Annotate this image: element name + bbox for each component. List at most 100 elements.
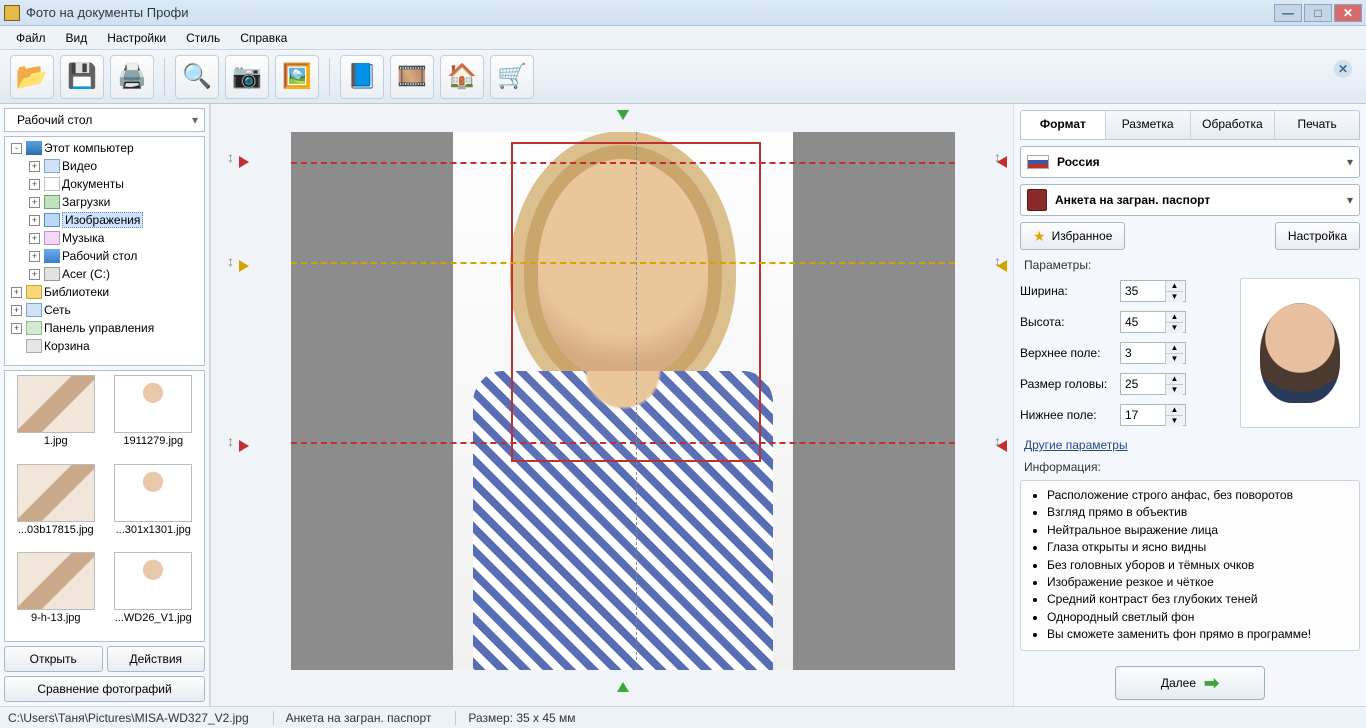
tree-node[interactable]: + Библиотеки bbox=[5, 283, 204, 301]
tree-node[interactable]: + Сеть bbox=[5, 301, 204, 319]
expand-icon[interactable]: + bbox=[29, 251, 40, 262]
param-top-input[interactable]: ▲▼ bbox=[1120, 342, 1186, 364]
guide-marker-red-right[interactable] bbox=[997, 440, 1007, 452]
favorite-button[interactable]: ★Избранное bbox=[1020, 222, 1125, 250]
expand-icon[interactable]: + bbox=[29, 269, 40, 280]
spin-up-icon[interactable]: ▲ bbox=[1166, 405, 1183, 416]
spin-down-icon[interactable]: ▼ bbox=[1166, 354, 1183, 364]
tree-node[interactable]: - Этот компьютер bbox=[5, 139, 204, 157]
tool-home[interactable]: 🏠 bbox=[440, 55, 484, 99]
param-bottom-input[interactable]: ▲▼ bbox=[1120, 404, 1186, 426]
tool-reference[interactable]: 📘 bbox=[340, 55, 384, 99]
ruler-marker-bottom[interactable] bbox=[617, 682, 629, 692]
spin-down-icon[interactable]: ▼ bbox=[1166, 292, 1183, 302]
param-height-input[interactable]: ▲▼ bbox=[1120, 311, 1186, 333]
expand-icon[interactable]: + bbox=[29, 197, 40, 208]
thumbnail[interactable]: 1911279.jpg bbox=[107, 375, 201, 460]
compare-button[interactable]: Сравнение фотографий bbox=[4, 676, 205, 702]
folder-tree[interactable]: - Этот компьютер+ Видео+ Документы+ Загр… bbox=[4, 136, 205, 366]
tree-node[interactable]: + Музыка bbox=[5, 229, 204, 247]
tab-format[interactable]: Формат bbox=[1021, 111, 1105, 139]
menu-settings[interactable]: Настройки bbox=[99, 28, 174, 48]
tool-open[interactable]: 📂 bbox=[10, 55, 54, 99]
window-title: Фото на документы Профи bbox=[26, 5, 1272, 20]
other-params-link[interactable]: Другие параметры bbox=[1024, 438, 1360, 452]
thumbnail[interactable]: ...301x1301.jpg bbox=[107, 464, 201, 549]
thumbnail-caption: 9-h-13.jpg bbox=[31, 612, 81, 624]
tree-node[interactable]: + Изображения bbox=[5, 211, 204, 229]
config-button[interactable]: Настройка bbox=[1275, 222, 1360, 250]
tree-node[interactable]: + Загрузки bbox=[5, 193, 204, 211]
spin-up-icon[interactable]: ▲ bbox=[1166, 281, 1183, 292]
close-button[interactable]: ✕ bbox=[1334, 4, 1362, 22]
resize-handle[interactable]: ↕ bbox=[227, 434, 234, 448]
expand-icon[interactable]: - bbox=[11, 143, 22, 154]
spin-down-icon[interactable]: ▼ bbox=[1166, 385, 1183, 395]
menu-style[interactable]: Стиль bbox=[178, 28, 228, 48]
photo-canvas[interactable] bbox=[291, 132, 955, 670]
resize-handle[interactable]: ↕ bbox=[227, 254, 234, 268]
bin-icon bbox=[26, 339, 42, 353]
tool-media[interactable]: 🎞️ bbox=[390, 55, 434, 99]
open-button[interactable]: Открыть bbox=[4, 646, 103, 672]
minimize-button[interactable]: — bbox=[1274, 4, 1302, 22]
expand-icon[interactable]: + bbox=[29, 179, 40, 190]
tree-node[interactable]: + Видео bbox=[5, 157, 204, 175]
actions-button[interactable]: Действия bbox=[107, 646, 206, 672]
doctype-combo[interactable]: Анкета на загран. паспорт ▾ bbox=[1020, 184, 1360, 216]
thumbnail[interactable]: 1.jpg bbox=[9, 375, 103, 460]
expand-icon[interactable]: + bbox=[11, 287, 22, 298]
resize-handle[interactable]: ↕ bbox=[227, 150, 234, 164]
spin-up-icon[interactable]: ▲ bbox=[1166, 374, 1183, 385]
maximize-button[interactable]: □ bbox=[1304, 4, 1332, 22]
tool-cart[interactable]: 🛒 bbox=[490, 55, 534, 99]
tab-processing[interactable]: Обработка bbox=[1190, 111, 1275, 139]
param-width-input[interactable]: ▲▼ bbox=[1120, 280, 1186, 302]
menu-help[interactable]: Справка bbox=[232, 28, 295, 48]
tool-print[interactable]: 🖨️ bbox=[110, 55, 154, 99]
tool-camera[interactable]: 📷 bbox=[225, 55, 269, 99]
tool-search-person[interactable]: 🔍 bbox=[175, 55, 219, 99]
toolbar-close[interactable]: ✕ bbox=[1334, 60, 1352, 78]
spin-down-icon[interactable]: ▼ bbox=[1166, 323, 1183, 333]
tree-node[interactable]: + Рабочий стол bbox=[5, 247, 204, 265]
expand-icon[interactable]: + bbox=[11, 305, 22, 316]
next-button[interactable]: Далее ➡ bbox=[1115, 666, 1265, 700]
param-top-label: Верхнее поле: bbox=[1020, 346, 1120, 360]
thumbnail[interactable]: ...03b17815.jpg bbox=[9, 464, 103, 549]
guide-marker-red-left[interactable] bbox=[239, 156, 249, 168]
param-head-input[interactable]: ▲▼ bbox=[1120, 373, 1186, 395]
thumbnail[interactable]: ...WD26_V1.jpg bbox=[107, 552, 201, 637]
chevron-down-icon: ▾ bbox=[192, 113, 198, 127]
chin-guideline[interactable] bbox=[291, 442, 955, 444]
spin-down-icon[interactable]: ▼ bbox=[1166, 416, 1183, 426]
tab-markup[interactable]: Разметка bbox=[1105, 111, 1190, 139]
country-combo[interactable]: Россия ▾ bbox=[1020, 146, 1360, 178]
spin-up-icon[interactable]: ▲ bbox=[1166, 312, 1183, 323]
expand-icon[interactable]: + bbox=[29, 233, 40, 244]
tree-node[interactable]: + Acer (C:) bbox=[5, 265, 204, 283]
guide-marker-yellow-right[interactable] bbox=[997, 260, 1007, 272]
location-combo[interactable]: Рабочий стол ▾ bbox=[4, 108, 205, 132]
menu-view[interactable]: Вид bbox=[58, 28, 96, 48]
guide-marker-red-left[interactable] bbox=[239, 440, 249, 452]
guide-marker-yellow-left[interactable] bbox=[239, 260, 249, 272]
expand-icon[interactable]: + bbox=[11, 323, 22, 334]
tab-print[interactable]: Печать bbox=[1274, 111, 1359, 139]
thumbnail-grid[interactable]: 1.jpg1911279.jpg...03b17815.jpg...301x13… bbox=[4, 370, 205, 642]
tree-node[interactable]: Корзина bbox=[5, 337, 204, 355]
top-head-guideline[interactable] bbox=[291, 162, 955, 164]
center-guideline[interactable] bbox=[636, 132, 637, 670]
expand-icon[interactable]: + bbox=[29, 215, 40, 226]
menu-file[interactable]: Файл bbox=[8, 28, 54, 48]
guide-marker-red-right[interactable] bbox=[997, 156, 1007, 168]
ruler-marker-top[interactable] bbox=[617, 110, 629, 120]
tree-node[interactable]: + Панель управления bbox=[5, 319, 204, 337]
expand-icon[interactable]: + bbox=[29, 161, 40, 172]
tool-save[interactable]: 💾 bbox=[60, 55, 104, 99]
tool-retouch[interactable]: 🖼️ bbox=[275, 55, 319, 99]
spin-up-icon[interactable]: ▲ bbox=[1166, 343, 1183, 354]
eye-guideline[interactable] bbox=[291, 262, 955, 264]
thumbnail[interactable]: 9-h-13.jpg bbox=[9, 552, 103, 637]
tree-node[interactable]: + Документы bbox=[5, 175, 204, 193]
